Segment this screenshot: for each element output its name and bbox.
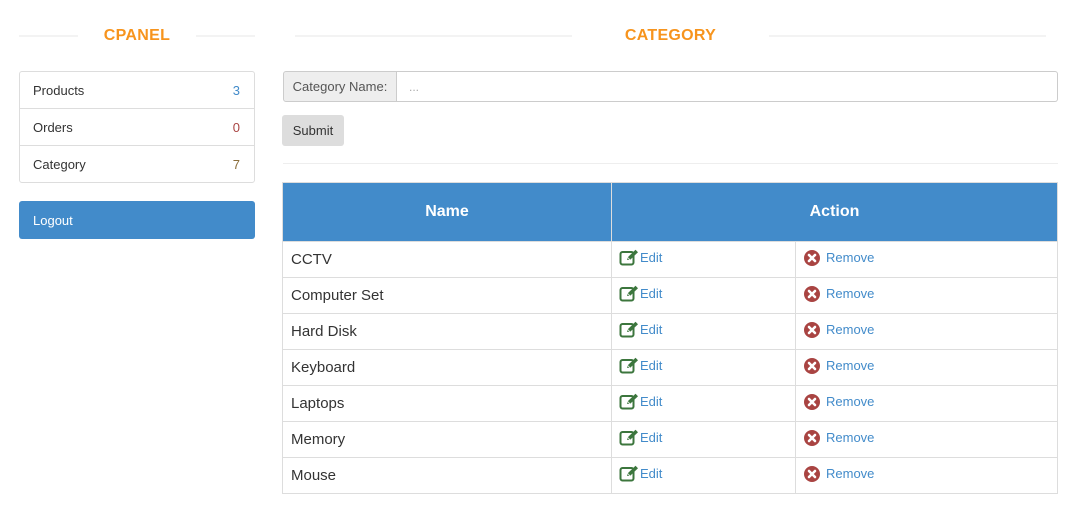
edit-label: Edit <box>640 250 663 265</box>
column-header-name: Name <box>282 182 612 242</box>
remove-cell: Remove <box>795 277 1058 314</box>
remove-icon <box>804 393 820 410</box>
edit-cell: Edit <box>611 277 796 314</box>
table-header-row: Name Action <box>282 182 1058 242</box>
category-name-cell: Computer Set <box>282 277 612 314</box>
sidebar-item-label: Orders <box>33 119 73 135</box>
edit-label: Edit <box>640 322 663 337</box>
edit-link[interactable]: Edit <box>619 465 662 482</box>
heading-line-left <box>19 35 78 37</box>
cpanel-heading: CPANEL <box>19 26 255 46</box>
remove-label: Remove <box>826 430 875 445</box>
table-row: Hard Disk Edit Remove <box>282 313 1058 350</box>
category-name-input-group: Category Name: <box>283 71 1058 102</box>
remove-icon <box>804 465 820 482</box>
heading-line-right <box>196 35 255 37</box>
remove-link[interactable]: Remove <box>803 429 875 446</box>
remove-link[interactable]: Remove <box>803 465 875 482</box>
category-name-cell: Keyboard <box>282 349 612 386</box>
remove-icon <box>804 249 820 266</box>
remove-link[interactable]: Remove <box>803 285 875 302</box>
remove-link[interactable]: Remove <box>803 357 875 374</box>
edit-icon <box>619 393 638 410</box>
edit-label: Edit <box>640 286 663 301</box>
page-title: CATEGORY <box>624 27 717 44</box>
sidebar-item-label: Category <box>33 156 86 172</box>
edit-icon <box>619 321 638 338</box>
remove-link[interactable]: Remove <box>803 249 875 266</box>
remove-cell: Remove <box>795 457 1058 494</box>
table-row: Keyboard Edit Remove <box>282 349 1058 386</box>
cpanel-title: CPANEL <box>103 27 171 44</box>
sidebar-item-label: Products <box>33 82 85 98</box>
remove-link[interactable]: Remove <box>803 393 875 410</box>
remove-icon <box>804 321 820 338</box>
remove-link[interactable]: Remove <box>803 321 875 338</box>
remove-label: Remove <box>826 466 875 481</box>
remove-cell: Remove <box>795 349 1058 386</box>
edit-label: Edit <box>640 394 663 409</box>
sidebar-item-orders[interactable]: Orders 0 <box>20 109 254 146</box>
remove-cell: Remove <box>795 421 1058 458</box>
edit-cell: Edit <box>611 385 796 422</box>
edit-label: Edit <box>640 466 663 481</box>
edit-link[interactable]: Edit <box>619 249 662 266</box>
logout-button[interactable]: Logout <box>19 201 255 239</box>
edit-label: Edit <box>640 358 663 373</box>
sidebar-item-products[interactable]: Products 3 <box>20 72 254 109</box>
category-count-badge: 7 <box>232 156 240 172</box>
category-table: Name Action CCTV Edit Remove Computer Se… <box>282 182 1058 494</box>
edit-cell: Edit <box>611 421 796 458</box>
heading-line-right <box>769 35 1047 37</box>
edit-link[interactable]: Edit <box>619 285 662 302</box>
edit-cell: Edit <box>611 457 796 494</box>
remove-label: Remove <box>826 394 875 409</box>
heading-line-left <box>295 35 572 37</box>
table-row: Computer Set Edit Remove <box>282 277 1058 314</box>
edit-link[interactable]: Edit <box>619 357 662 374</box>
remove-icon <box>804 285 820 302</box>
products-count-badge: 3 <box>232 82 240 98</box>
remove-cell: Remove <box>795 241 1058 278</box>
category-name-cell: Laptops <box>282 385 612 422</box>
edit-link[interactable]: Edit <box>619 429 662 446</box>
table-row: CCTV Edit Remove <box>282 241 1058 278</box>
category-name-cell: Mouse <box>282 457 612 494</box>
edit-icon <box>619 357 638 374</box>
orders-count-badge: 0 <box>232 119 240 135</box>
remove-icon <box>804 357 820 374</box>
remove-cell: Remove <box>795 313 1058 350</box>
table-row: Mouse Edit Remove <box>282 457 1058 494</box>
sidebar-item-category[interactable]: Category 7 <box>20 146 254 182</box>
remove-label: Remove <box>826 358 875 373</box>
remove-label: Remove <box>826 250 875 265</box>
edit-label: Edit <box>640 430 663 445</box>
category-name-input[interactable] <box>397 71 1058 102</box>
divider <box>283 163 1058 164</box>
remove-icon <box>804 429 820 446</box>
category-name-cell: CCTV <box>282 241 612 278</box>
category-heading: CATEGORY <box>295 26 1047 46</box>
edit-cell: Edit <box>611 349 796 386</box>
column-header-action: Action <box>611 182 1058 242</box>
edit-icon <box>619 429 638 446</box>
edit-icon <box>619 285 638 302</box>
edit-cell: Edit <box>611 313 796 350</box>
sidebar-menu: Products 3 Orders 0 Category 7 <box>19 71 255 183</box>
edit-link[interactable]: Edit <box>619 321 662 338</box>
category-name-cell: Hard Disk <box>282 313 612 350</box>
edit-cell: Edit <box>611 241 796 278</box>
remove-label: Remove <box>826 322 875 337</box>
table-row: Laptops Edit Remove <box>282 385 1058 422</box>
category-name-label: Category Name: <box>283 71 397 102</box>
edit-icon <box>619 465 638 482</box>
remove-label: Remove <box>826 286 875 301</box>
edit-icon <box>619 249 638 266</box>
edit-link[interactable]: Edit <box>619 393 662 410</box>
remove-cell: Remove <box>795 385 1058 422</box>
category-name-cell: Memory <box>282 421 612 458</box>
submit-button[interactable]: Submit <box>282 115 344 146</box>
table-row: Memory Edit Remove <box>282 421 1058 458</box>
